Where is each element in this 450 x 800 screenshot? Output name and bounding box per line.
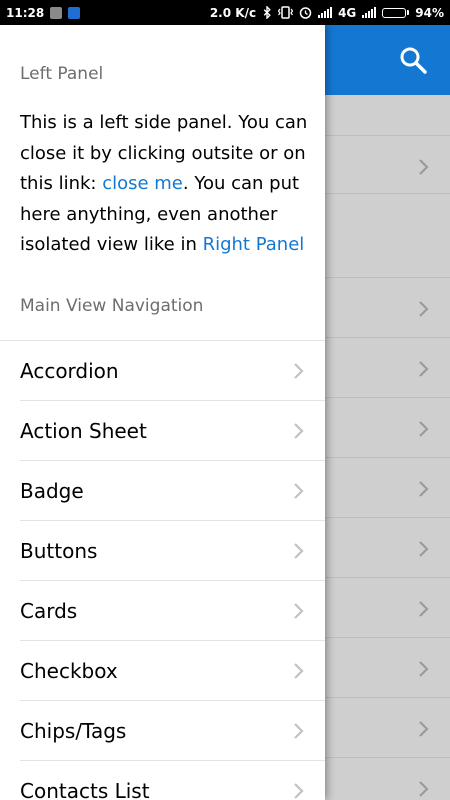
nav-item-badge[interactable]: Badge xyxy=(0,461,325,521)
left-panel: Left Panel This is a left side panel. Yo… xyxy=(0,25,325,800)
chevron-right-icon xyxy=(419,361,429,377)
network-type: 4G xyxy=(338,5,357,20)
chevron-right-icon xyxy=(419,301,429,317)
nav-item-label: Action Sheet xyxy=(20,419,147,443)
chevron-right-icon xyxy=(294,783,304,799)
alarm-icon xyxy=(299,7,312,19)
battery-icon xyxy=(382,7,410,18)
panel-title: Left Panel xyxy=(20,64,104,84)
chevron-right-icon xyxy=(294,543,304,559)
nav-item-label: Contacts List xyxy=(20,779,150,800)
right-panel-link[interactable]: Right Panel xyxy=(203,234,305,255)
bluetooth-icon xyxy=(263,6,271,19)
nav-heading: Main View Navigation xyxy=(20,296,204,316)
status-time: 11:28 xyxy=(6,5,45,20)
search-icon[interactable] xyxy=(398,45,428,75)
nav-item-label: Checkbox xyxy=(20,659,118,683)
screen: 11:28 2.0 K/c 4G 94% Left Panel This is … xyxy=(0,0,450,800)
gallery-app-icon xyxy=(50,6,63,19)
battery-percent: 94% xyxy=(415,5,444,20)
chevron-right-icon xyxy=(294,483,304,499)
nav-item-contacts-list[interactable]: Contacts List xyxy=(0,761,325,800)
nav-item-action-sheet[interactable]: Action Sheet xyxy=(0,401,325,461)
chevron-right-icon xyxy=(294,603,304,619)
chevron-right-icon xyxy=(419,541,429,557)
nav-item-checkbox[interactable]: Checkbox xyxy=(0,641,325,701)
nav-item-label: Buttons xyxy=(20,539,98,563)
nav-item-cards[interactable]: Cards xyxy=(0,581,325,641)
nav-item-label: Badge xyxy=(20,479,84,503)
chevron-right-icon xyxy=(294,663,304,679)
nav-item-accordion[interactable]: Accordion xyxy=(0,341,325,401)
nav-item-buttons[interactable]: Buttons xyxy=(0,521,325,581)
signal-icon xyxy=(362,7,377,18)
chevron-right-icon xyxy=(419,721,429,737)
network-speed: 2.0 K/c xyxy=(209,5,257,20)
chevron-right-icon xyxy=(419,421,429,437)
chevron-right-icon xyxy=(419,601,429,617)
chevron-right-icon xyxy=(419,781,429,797)
status-bar: 11:28 2.0 K/c 4G 94% xyxy=(0,0,450,25)
chevron-right-icon xyxy=(294,423,304,439)
chevron-right-icon xyxy=(419,159,429,175)
panel-description: This is a left side panel. You can close… xyxy=(20,108,310,261)
chevron-right-icon xyxy=(419,661,429,677)
nav-item-label: Chips/Tags xyxy=(20,719,127,743)
chevron-right-icon xyxy=(294,723,304,739)
nav-list: Accordion Action Sheet Badge Buttons Car xyxy=(0,340,325,800)
chevron-right-icon xyxy=(294,363,304,379)
nav-item-label: Accordion xyxy=(20,359,119,383)
office-app-icon xyxy=(68,6,81,19)
chevron-right-icon xyxy=(419,481,429,497)
nav-item-chips-tags[interactable]: Chips/Tags xyxy=(0,701,325,761)
close-panel-link[interactable]: close me xyxy=(102,173,183,194)
vibrate-icon xyxy=(278,6,294,19)
signal-icon xyxy=(318,7,333,18)
nav-item-label: Cards xyxy=(20,599,78,623)
